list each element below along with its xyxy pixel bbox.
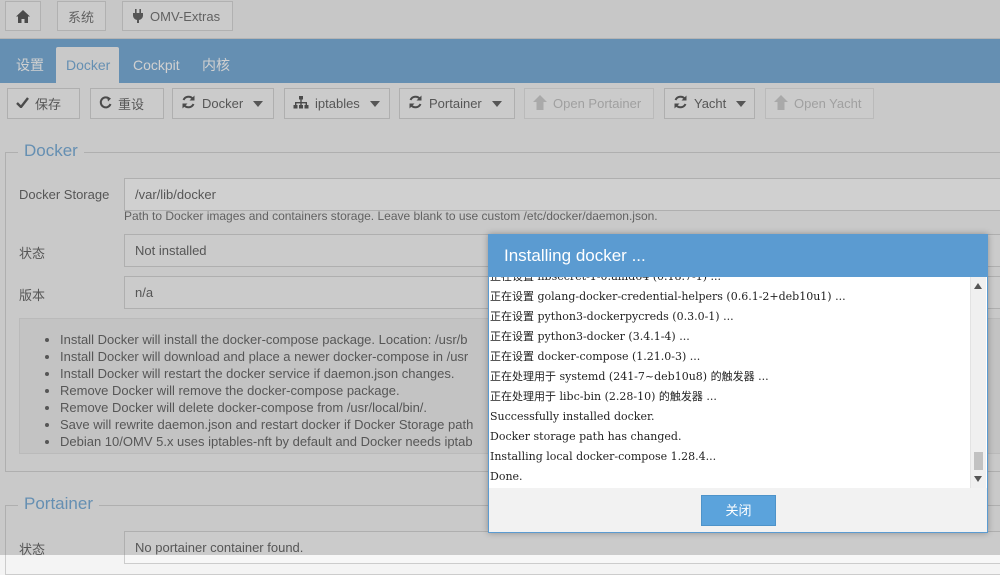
console-scrollbar[interactable] xyxy=(970,277,986,488)
console-line: Docker storage path has changed. xyxy=(490,430,682,443)
console-line: 正在设置 python3-dockerpycreds (0.3.0-1) ... xyxy=(490,310,734,323)
console-lines: 正在设置 libsecret-1-0:amd64 (0.18.7-1) ... … xyxy=(490,277,970,487)
console-line: Successfully installed docker. xyxy=(490,410,655,423)
console-line: 正在处理用于 systemd (241-7~deb10u8) 的触发器 ... xyxy=(490,370,769,383)
console-line: 正在设置 libsecret-1-0:amd64 (0.18.7-1) ... xyxy=(490,277,970,287)
console-line: 正在设置 docker-compose (1.21.0-3) ... xyxy=(490,350,701,363)
install-dialog: Installing docker ... 正在设置 libsecret-1-0… xyxy=(488,234,988,533)
console-line: 正在处理用于 libc-bin (2.28-10) 的触发器 ... xyxy=(490,390,717,403)
console-line: 正在设置 python3-docker (3.4.1-4) ... xyxy=(490,330,690,343)
dialog-footer: 关闭 xyxy=(489,488,987,532)
close-button[interactable]: 关闭 xyxy=(701,495,776,526)
scrollbar-thumb[interactable] xyxy=(974,452,983,470)
dialog-title: Installing docker ... xyxy=(489,235,987,277)
console-line: 正在设置 golang-docker-credential-helpers (0… xyxy=(490,290,846,303)
scroll-down-icon[interactable] xyxy=(974,476,982,482)
console-line: Done. xyxy=(490,470,523,483)
console-output: 正在设置 libsecret-1-0:amd64 (0.18.7-1) ... … xyxy=(490,277,986,489)
console-line: Installing local docker-compose 1.28.4..… xyxy=(490,450,717,463)
scroll-up-icon[interactable] xyxy=(974,283,982,289)
